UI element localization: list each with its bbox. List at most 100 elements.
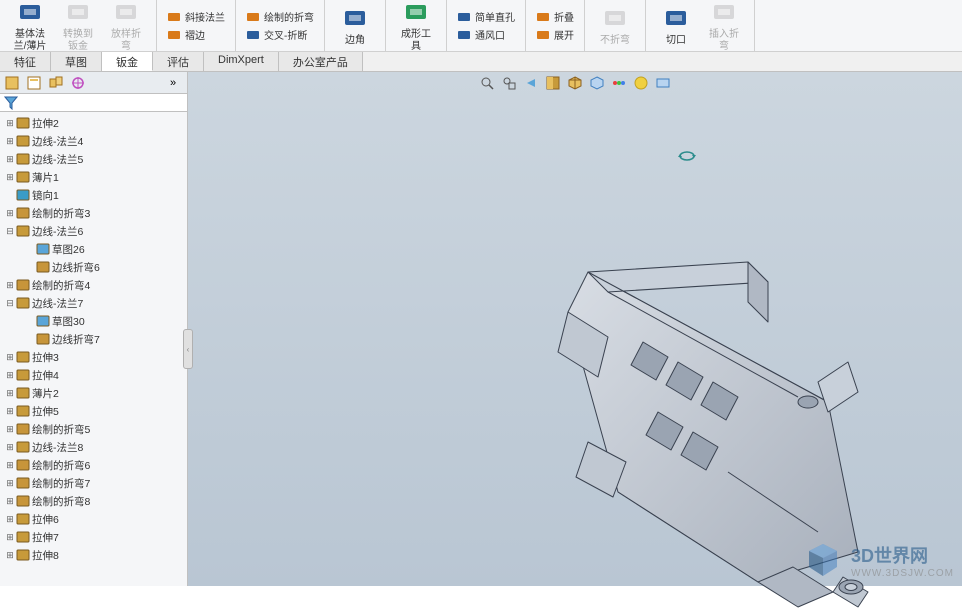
tree-item[interactable]: ⊞拉伸3 xyxy=(0,348,187,366)
tree-expander[interactable]: ⊞ xyxy=(4,477,16,489)
tree-item[interactable]: ⊞拉伸4 xyxy=(0,366,187,384)
tree-expander[interactable]: ⊟ xyxy=(4,225,16,237)
tree-expander[interactable] xyxy=(24,243,36,255)
tree-item[interactable]: ⊞拉伸6 xyxy=(0,510,187,528)
hem-button[interactable]: 褶边 xyxy=(165,26,227,43)
property-manager-icon[interactable] xyxy=(24,74,44,92)
tree-item[interactable]: ⊞拉伸8 xyxy=(0,546,187,564)
tree-item[interactable]: ⊞绘制的折弯4 xyxy=(0,276,187,294)
tree-item[interactable]: ⊟ 边线-法兰6 xyxy=(0,222,187,240)
tab-evaluate[interactable]: 评估 xyxy=(153,52,204,71)
feature-icon xyxy=(16,548,30,562)
miter-flange-button[interactable]: 斜接法兰 xyxy=(165,8,227,25)
tree-item[interactable]: 草图26 xyxy=(0,240,187,258)
forming-tool-button[interactable]: 成形工具 xyxy=(392,0,440,55)
tree-item[interactable]: ⊞绘制的折弯6 xyxy=(0,456,187,474)
tree-expander[interactable]: ⊞ xyxy=(4,171,16,183)
tree-label: 拉伸7 xyxy=(32,530,59,545)
tree-expander[interactable]: ⊞ xyxy=(4,135,16,147)
tree-item[interactable]: ⊟ 边线-法兰7 xyxy=(0,294,187,312)
section-view-icon[interactable] xyxy=(544,74,562,92)
tree-item[interactable]: ⊞拉伸2 xyxy=(0,114,187,132)
tree-label: 边线-法兰6 xyxy=(32,224,83,239)
rip-button[interactable]: 切口 xyxy=(652,3,700,49)
tree-expander[interactable]: ⊞ xyxy=(4,495,16,507)
tree-label: 边线-法兰7 xyxy=(32,296,83,311)
3d-viewport[interactable]: ‹ xyxy=(188,72,962,586)
view-orientation-icon[interactable] xyxy=(566,74,584,92)
tree-expander[interactable]: ⊞ xyxy=(4,351,16,363)
tree-item[interactable]: ⊞ 边线-法兰4 xyxy=(0,132,187,150)
tree-label: 边线-法兰4 xyxy=(32,134,83,149)
tree-label: 边线-法兰5 xyxy=(32,152,83,167)
tree-expander[interactable]: ⊞ xyxy=(4,387,16,399)
tree-expander[interactable]: ⊞ xyxy=(4,441,16,453)
tree-expander[interactable] xyxy=(24,315,36,327)
tree-item[interactable]: ⊞绘制的折弯3 xyxy=(0,204,187,222)
feature-icon xyxy=(16,476,30,490)
tab-dimxpert[interactable]: DimXpert xyxy=(204,52,279,71)
tree-item[interactable]: ⊞边线-法兰8 xyxy=(0,438,187,456)
tree-expander[interactable]: ⊞ xyxy=(4,369,16,381)
panel-splitter[interactable]: ‹ xyxy=(183,329,193,369)
tree-item[interactable]: 镜向1 xyxy=(0,186,187,204)
tree-expander[interactable]: ⊞ xyxy=(4,531,16,543)
feature-tree-panel: » ⊞拉伸2⊞边线-法兰4⊞边线-法兰5⊞薄片1镜向1⊞绘制的折弯3⊟边线-法兰… xyxy=(0,72,188,586)
tab-features[interactable]: 特征 xyxy=(0,52,51,71)
feature-icon xyxy=(16,458,30,472)
fold-button[interactable]: 折叠 xyxy=(534,8,576,25)
hide-show-icon[interactable] xyxy=(610,74,628,92)
tree-expander[interactable]: ⊞ xyxy=(4,117,16,129)
tree-expander[interactable]: ⊞ xyxy=(4,279,16,291)
tree-item[interactable]: ⊞绘制的折弯8 xyxy=(0,492,187,510)
tree-expander[interactable]: ⊞ xyxy=(4,459,16,471)
tree-label: 薄片2 xyxy=(32,386,59,401)
sketched-bend-button[interactable]: 绘制的折弯 xyxy=(244,8,316,25)
tree-item[interactable]: 边线折弯7 xyxy=(0,330,187,348)
main-area: » ⊞拉伸2⊞边线-法兰4⊞边线-法兰5⊞薄片1镜向1⊞绘制的折弯3⊟边线-法兰… xyxy=(0,72,962,586)
tree-item[interactable]: ⊞薄片1 xyxy=(0,168,187,186)
tree-expander[interactable]: ⊞ xyxy=(4,405,16,417)
tree-item[interactable]: ⊞ 边线-法兰5 xyxy=(0,150,187,168)
tree-expander[interactable] xyxy=(24,261,36,273)
base-flange-button[interactable]: 基体法兰/薄片 xyxy=(6,0,54,55)
tree-item[interactable]: 边线折弯6 xyxy=(0,258,187,276)
tree-expander[interactable]: ⊞ xyxy=(4,423,16,435)
tree-expander[interactable]: ⊞ xyxy=(4,153,16,165)
tab-sketch[interactable]: 草图 xyxy=(51,52,102,71)
view-settings-icon[interactable] xyxy=(654,74,672,92)
tree-item[interactable]: ⊞绘制的折弯7 xyxy=(0,474,187,492)
feature-icon xyxy=(16,512,30,526)
prev-view-icon[interactable] xyxy=(522,74,540,92)
tab-office[interactable]: 办公室产品 xyxy=(279,52,363,71)
tree-label: 镜向1 xyxy=(32,188,59,203)
tree-item[interactable]: ⊞ 拉伸7 xyxy=(0,528,187,546)
tree-expander[interactable]: ⊟ xyxy=(4,297,16,309)
corner-button[interactable]: 边角 xyxy=(331,3,379,49)
tree-expander[interactable]: ⊞ xyxy=(4,513,16,525)
unfold-button[interactable]: 展开 xyxy=(534,26,576,43)
simple-hole-button[interactable]: 简单直孔 xyxy=(455,8,517,25)
config-manager-icon[interactable] xyxy=(46,74,66,92)
dimxpert-manager-icon[interactable] xyxy=(68,74,88,92)
zoom-area-icon[interactable] xyxy=(500,74,518,92)
tab-sheetmetal[interactable]: 钣金 xyxy=(102,52,153,71)
tree-item[interactable]: ⊞绘制的折弯5 xyxy=(0,420,187,438)
display-style-icon[interactable] xyxy=(588,74,606,92)
tree-label: 边线折弯7 xyxy=(52,332,100,347)
scene-icon[interactable] xyxy=(632,74,650,92)
tree-expander[interactable]: ⊞ xyxy=(4,549,16,561)
tree-item[interactable]: ⊞ 薄片2 xyxy=(0,384,187,402)
tree-expander[interactable]: ⊞ xyxy=(4,207,16,219)
tree-expander[interactable] xyxy=(4,189,16,201)
feature-manager-icon[interactable] xyxy=(2,74,22,92)
tree-filter[interactable] xyxy=(0,94,187,112)
sidebar-expand-icon[interactable]: » xyxy=(163,74,183,92)
vent-button[interactable]: 通风口 xyxy=(455,26,517,43)
zoom-fit-icon[interactable] xyxy=(478,74,496,92)
tree-item[interactable]: 草图30 xyxy=(0,312,187,330)
tree-item[interactable]: ⊞拉伸5 xyxy=(0,402,187,420)
tree-expander[interactable] xyxy=(24,333,36,345)
feature-icon xyxy=(16,224,30,238)
cross-break-button[interactable]: 交叉-折断 xyxy=(244,26,316,43)
